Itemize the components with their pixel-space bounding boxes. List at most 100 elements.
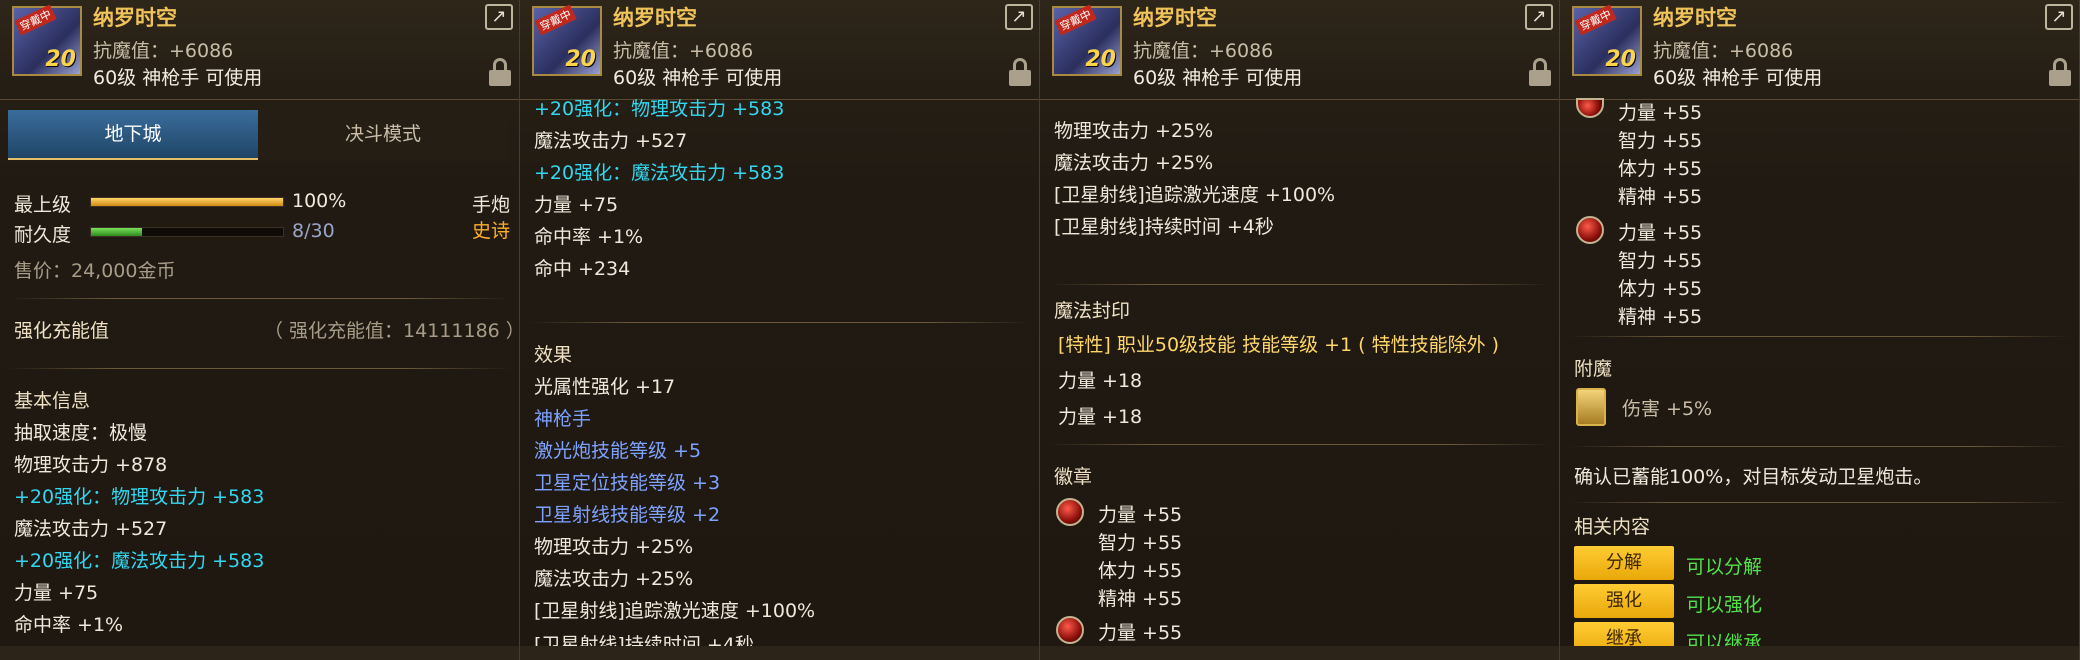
seal-stat: 力量 +18	[1058, 370, 1143, 392]
lock-icon[interactable]	[1529, 58, 1551, 86]
emblem-stat: 力量 +55	[1098, 622, 1183, 644]
action-button[interactable]: 分解	[1574, 546, 1674, 580]
stat-line: 物理攻击力 +25%	[534, 536, 694, 558]
action-button[interactable]: 强化	[1574, 584, 1674, 618]
stat-line: 物理攻击力 +25%	[1054, 120, 1214, 142]
stat-line: 精神 +55	[1098, 588, 1183, 610]
seal-title: 魔法封印	[1054, 300, 1131, 322]
stat-line: 物理攻击力 +878	[14, 454, 168, 476]
equipped-tag: 穿戴中	[14, 4, 57, 36]
item-name: 纳罗时空	[93, 6, 177, 30]
stat-line: 魔法攻击力 +25%	[534, 568, 694, 590]
reinforce-level: 20	[1085, 47, 1116, 72]
emblem-title: 徽章	[1054, 466, 1093, 488]
grade-value: 100%	[292, 190, 347, 212]
tooltip-panel-4: 穿戴中 20 纳罗时空 抗魔值：+6086 60级 神枪手 可使用 ↗ 力量 +…	[1560, 0, 2080, 660]
item-icon: 穿戴中 20	[1052, 4, 1122, 76]
tooltip-panel-3: 穿戴中 20 纳罗时空 抗魔值：+6086 60级 神枪手 可使用 ↗ 物理攻击…	[1040, 0, 1560, 660]
divider	[1568, 446, 2071, 447]
tooltip-panel-2: 穿戴中 20 纳罗时空 抗魔值：+6086 60级 神枪手 可使用 ↗ +20强…	[520, 0, 1040, 660]
charge-label: 强化充能值	[14, 320, 110, 342]
stat-line: 命中率 +1%	[534, 226, 644, 248]
item-header: 穿戴中 20 纳罗时空 抗魔值：+6086 60级 神枪手 可使用 ↗	[1560, 0, 2079, 100]
stat-line: 卫星射线技能等级 +2	[534, 504, 721, 526]
resist-value: 抗魔值：+6086	[1653, 40, 1794, 62]
stat-line: 体力 +55	[1618, 278, 1703, 300]
stat-line: +20强化：魔法攻击力 +583	[534, 162, 785, 184]
lock-icon[interactable]	[1009, 58, 1031, 86]
stat-line: [卫星射线]追踪激光速度 +100%	[534, 600, 816, 622]
item-icon: 穿戴中 20	[12, 4, 82, 76]
weapon-type: 手炮	[472, 194, 511, 216]
emblem-stat: 力量 +55	[1618, 102, 1703, 124]
stat-line: 力量 +55	[1618, 222, 1703, 244]
item-name: 纳罗时空	[613, 6, 697, 30]
divider	[1568, 336, 2071, 337]
durability-value: 8/30	[292, 220, 335, 242]
stat-line: 体力 +55	[1618, 158, 1703, 180]
stat-line: 力量 +55	[1098, 504, 1183, 526]
resist-value: 抗魔值：+6086	[93, 40, 234, 62]
stat-line: 命中率 +1%	[14, 614, 124, 636]
bottom-strip	[0, 646, 519, 660]
mode-tabs: 地下城 决斗模式	[8, 110, 508, 160]
item-icon: 穿戴中 20	[1572, 4, 1642, 76]
tooltip-panel-1: 穿戴中 20 纳罗时空 抗魔值：+6086 60级 神枪手 可使用 ↗ 地下城 …	[0, 0, 520, 660]
share-icon[interactable]: ↗	[1005, 4, 1033, 30]
stat-line: 命中 +234	[534, 258, 631, 280]
enchant-value: 伤害 +5%	[1622, 398, 1713, 420]
emblem-gem-icon	[1056, 498, 1084, 526]
share-icon[interactable]: ↗	[1525, 4, 1553, 30]
divider	[8, 368, 511, 369]
stat-line: 智力 +55	[1618, 130, 1703, 152]
stat-line: 力量 +75	[534, 194, 619, 216]
stat-line: [卫星射线]追踪激光速度 +100%	[1054, 184, 1336, 206]
share-icon[interactable]: ↗	[485, 4, 513, 30]
stat-line: [卫星射线]持续时间 +4秒	[1054, 216, 1274, 238]
item-icon: 穿戴中 20	[532, 4, 602, 76]
stat-line: 卫星定位技能等级 +3	[534, 472, 721, 494]
enchant-title: 附魔	[1574, 358, 1613, 380]
reinforce-level: 20	[45, 47, 76, 72]
item-description: 确认已蓄能100%，对目标发动卫星炮击。	[1574, 466, 1933, 488]
emblem-gem-icon	[1576, 98, 1604, 118]
item-name: 纳罗时空	[1653, 6, 1737, 30]
price: 售价：24,000金币	[14, 260, 176, 282]
related-title: 相关内容	[1574, 516, 1651, 538]
requirement: 60级 神枪手 可使用	[613, 67, 783, 89]
lock-icon[interactable]	[2049, 58, 2071, 86]
basic-info-title: 基本信息	[14, 390, 91, 412]
resist-value: 抗魔值：+6086	[613, 40, 754, 62]
divider	[1048, 284, 1551, 285]
stat-line: 智力 +55	[1098, 532, 1183, 554]
stat-line: 力量 +75	[14, 582, 99, 604]
stat-line: 魔法攻击力 +527	[534, 130, 688, 152]
stat-line: 神枪手	[534, 408, 592, 430]
lock-icon[interactable]	[489, 58, 511, 86]
item-name: 纳罗时空	[1133, 6, 1217, 30]
emblem-gem-icon	[1576, 216, 1604, 244]
divider	[1568, 502, 2071, 503]
tab-duel[interactable]: 决斗模式	[258, 110, 508, 160]
stat-line: 精神 +55	[1618, 306, 1703, 328]
resist-value: 抗魔值：+6086	[1133, 40, 1274, 62]
bottom-strip	[1560, 646, 2079, 660]
charge-value: （ 强化充能值：14111186 ）	[264, 320, 520, 342]
stat-line: 精神 +55	[1618, 186, 1703, 208]
share-icon[interactable]: ↗	[2045, 4, 2073, 30]
requirement: 60级 神枪手 可使用	[93, 67, 263, 89]
tab-dungeon[interactable]: 地下城	[8, 110, 258, 160]
bottom-strip	[1040, 646, 1559, 660]
seal-trait: [特性] 职业50级技能 技能等级 +1 ( 特性技能除外 )	[1058, 334, 1500, 356]
item-header: 穿戴中 20 纳罗时空 抗魔值：+6086 60级 神枪手 可使用 ↗	[0, 0, 519, 100]
item-header: 穿戴中 20 纳罗时空 抗魔值：+6086 60级 神枪手 可使用 ↗	[1040, 0, 1559, 100]
effect-title: 效果	[534, 344, 573, 366]
stat-line: 抽取速度：极慢	[14, 422, 148, 444]
divider	[1048, 444, 1551, 445]
stat-line: 光属性强化 +17	[534, 376, 676, 398]
rarity: 史诗	[472, 220, 511, 242]
equipped-tag: 穿戴中	[1574, 4, 1617, 36]
stat-line: 体力 +55	[1098, 560, 1183, 582]
grade-label: 最上级	[14, 194, 72, 216]
item-header: 穿戴中 20 纳罗时空 抗魔值：+6086 60级 神枪手 可使用 ↗	[520, 0, 1039, 100]
